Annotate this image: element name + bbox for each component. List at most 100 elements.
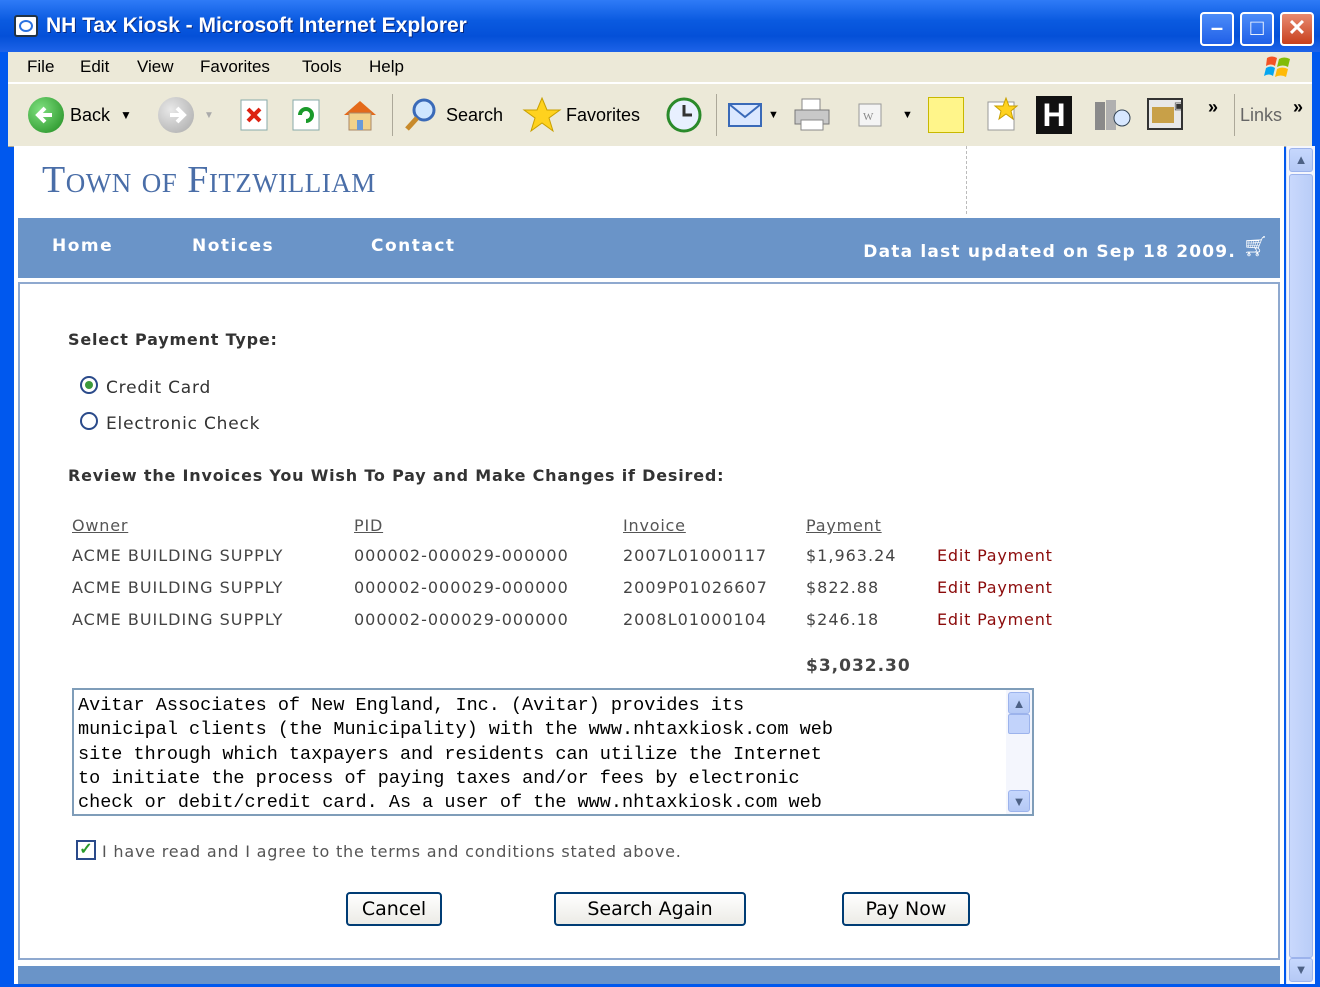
row-2-invoice: 2009P01026607 xyxy=(623,578,768,597)
footer-bar xyxy=(18,966,1280,984)
mail-dropdown-icon[interactable]: ▼ xyxy=(768,109,779,121)
h-tool-button[interactable]: H xyxy=(1036,96,1072,134)
home-icon xyxy=(344,101,376,131)
terms-textarea[interactable]: Avitar Associates of New England, Inc. (… xyxy=(72,688,1034,816)
row-2-edit-payment-link[interactable]: Edit Payment xyxy=(937,578,1053,597)
column-header-payment: Payment xyxy=(806,516,882,535)
nav-bar: Home Notices Contact Data last updated o… xyxy=(18,218,1280,278)
home-button[interactable] xyxy=(340,96,380,134)
nav-home[interactable]: Home xyxy=(52,236,113,256)
stop-icon xyxy=(240,99,268,131)
notes-button[interactable] xyxy=(928,96,964,134)
toolbar-separator xyxy=(1234,94,1235,136)
window-title: NH Tax Kiosk - Microsoft Internet Explor… xyxy=(46,14,467,37)
column-header-invoice: Invoice xyxy=(623,516,686,535)
toolbar-separator xyxy=(392,94,393,136)
links-overflow-button[interactable]: » xyxy=(1293,88,1303,126)
column-header-pid: PID xyxy=(354,516,384,535)
maximize-button[interactable]: □ xyxy=(1240,12,1274,46)
add-favorite-icon xyxy=(987,96,1019,131)
row-3-invoice: 2008L01000104 xyxy=(623,610,768,629)
review-heading: Review the Invoices You Wish To Pay and … xyxy=(68,466,725,485)
row-1-edit-payment-link[interactable]: Edit Payment xyxy=(937,546,1053,565)
toolbar: Back ▼ ▼ Search Favorites ▼ W ▼ H ▣ » Li… xyxy=(8,83,1312,147)
refresh-icon xyxy=(292,99,320,131)
nav-contact[interactable]: Contact xyxy=(371,236,456,256)
scroll-thumb[interactable] xyxy=(1289,174,1313,958)
edit-button[interactable]: W ▼ xyxy=(856,96,913,134)
favorites-add-button[interactable] xyxy=(984,96,1022,134)
menu-bar: File Edit View Favorites Tools Help xyxy=(8,52,1312,83)
close-button[interactable]: ✕ xyxy=(1280,12,1314,46)
h-icon: H xyxy=(1036,96,1072,134)
refresh-button[interactable] xyxy=(290,96,322,134)
screen-capture-icon: ▣ xyxy=(1147,98,1183,130)
mail-icon xyxy=(728,103,762,127)
row-3-edit-payment-link[interactable]: Edit Payment xyxy=(937,610,1053,629)
edit-dropdown-icon[interactable]: ▼ xyxy=(902,109,913,121)
screenshot-button[interactable]: ▣ xyxy=(1144,96,1186,134)
terms-scrollbar[interactable]: ▲ ▼ xyxy=(1006,690,1032,814)
page-scrollbar[interactable]: ▲ ▼ xyxy=(1286,146,1315,984)
credit-card-label[interactable]: Credit Card xyxy=(106,378,211,398)
terms-scroll-thumb[interactable] xyxy=(1008,714,1030,734)
title-bar: NH Tax Kiosk - Microsoft Internet Explor… xyxy=(0,0,1320,52)
column-header-owner: Owner xyxy=(72,516,129,535)
back-dropdown-icon[interactable]: ▼ xyxy=(120,108,132,122)
terms-scroll-up-icon[interactable]: ▲ xyxy=(1008,692,1030,714)
menu-favorites[interactable]: Favorites xyxy=(200,57,270,77)
history-icon xyxy=(666,97,702,133)
search-again-button[interactable]: Search Again xyxy=(554,892,746,926)
credit-card-radio[interactable] xyxy=(80,376,98,394)
search-button[interactable]: Search xyxy=(402,96,503,134)
toolbar-overflow-button[interactable]: » xyxy=(1208,88,1218,126)
forward-button[interactable]: ▼ xyxy=(158,96,214,134)
minimize-button[interactable]: – xyxy=(1200,12,1234,46)
cart-icon[interactable]: 🛒︎ xyxy=(1243,234,1268,259)
history-button[interactable] xyxy=(664,96,704,134)
menu-help[interactable]: Help xyxy=(369,57,404,77)
favorites-button[interactable]: Favorites xyxy=(522,96,640,134)
note-icon xyxy=(928,97,964,133)
scroll-up-icon[interactable]: ▲ xyxy=(1289,148,1313,172)
payment-total: $3,032.30 xyxy=(806,656,911,676)
browser-window: NH Tax Kiosk - Microsoft Internet Explor… xyxy=(0,0,1320,987)
menu-edit[interactable]: Edit xyxy=(80,57,109,77)
back-arrow-icon xyxy=(28,97,64,133)
back-button[interactable]: Back ▼ xyxy=(28,96,132,134)
ie-page-icon xyxy=(14,15,38,37)
row-2-owner: ACME BUILDING SUPPLY xyxy=(72,578,284,597)
site-title: Town of Fitzwilliam xyxy=(42,159,376,201)
print-button[interactable] xyxy=(792,96,832,134)
row-2-payment: $822.88 xyxy=(806,578,880,597)
menu-view[interactable]: View xyxy=(137,57,174,77)
pay-now-button[interactable]: Pay Now xyxy=(842,892,970,926)
payment-panel: Select Payment Type: Credit Card Electro… xyxy=(18,282,1280,960)
menu-file[interactable]: File xyxy=(27,57,54,77)
mail-button[interactable]: ▼ xyxy=(726,96,779,134)
forward-arrow-icon xyxy=(158,97,194,133)
row-3-pid: 000002-000029-000000 xyxy=(354,610,569,629)
electronic-check-label[interactable]: Electronic Check xyxy=(106,414,260,434)
row-1-pid: 000002-000029-000000 xyxy=(354,546,569,565)
scroll-down-icon[interactable]: ▼ xyxy=(1289,958,1313,982)
payment-type-heading: Select Payment Type: xyxy=(68,330,278,349)
electronic-check-radio[interactable] xyxy=(80,412,98,430)
page-content: Town of Fitzwilliam Home Notices Contact… xyxy=(14,146,1284,984)
nav-notices[interactable]: Notices xyxy=(192,236,274,256)
agree-label[interactable]: I have read and I agree to the terms and… xyxy=(102,842,682,861)
printer-icon xyxy=(794,98,830,131)
edit-page-icon: W xyxy=(858,103,882,127)
research-button[interactable] xyxy=(1092,96,1132,134)
search-icon xyxy=(405,98,436,131)
header-divider xyxy=(966,146,967,214)
menu-tools[interactable]: Tools xyxy=(302,57,342,77)
terms-scroll-down-icon[interactable]: ▼ xyxy=(1008,790,1030,812)
stop-button[interactable] xyxy=(238,96,270,134)
windows-logo-icon xyxy=(1264,56,1290,77)
row-3-owner: ACME BUILDING SUPPLY xyxy=(72,610,284,629)
cancel-button[interactable]: Cancel xyxy=(346,892,442,926)
agree-checkbox[interactable]: ✓ xyxy=(76,840,96,860)
row-3-payment: $246.18 xyxy=(806,610,880,629)
links-button[interactable]: Links xyxy=(1240,96,1282,134)
